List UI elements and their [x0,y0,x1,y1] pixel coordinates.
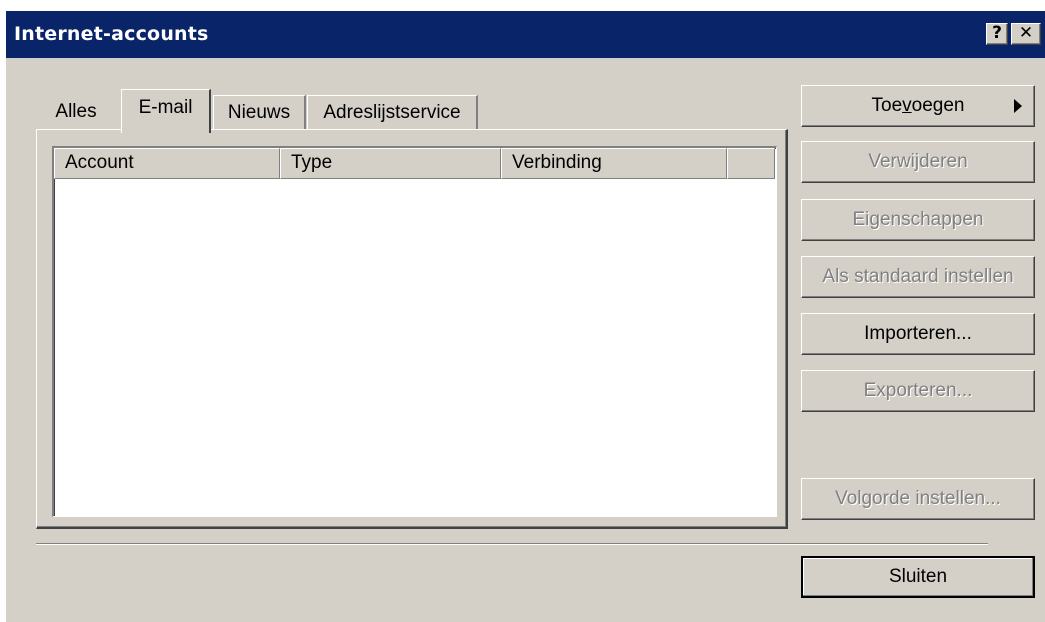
column-header-type[interactable]: Type [280,148,501,179]
title-bar[interactable]: Internet-accounts ? ✕ [6,11,1045,58]
tab-adreslijstservice-label: Adreslijstservice [323,102,461,123]
column-header-account[interactable]: Account [54,148,280,179]
tab-adreslijstservice[interactable]: Adreslijstservice [307,95,478,131]
close-button[interactable]: Sluiten [801,556,1035,598]
tab-alles[interactable]: Alles [36,95,116,131]
add-button[interactable]: Toevoegen [801,85,1035,127]
accounts-list[interactable]: Account Type Verbinding [52,146,777,517]
properties-button[interactable]: Eigenschappen [801,199,1035,241]
window-title: Internet-accounts [14,23,209,45]
set-order-button[interactable]: Volgorde instellen... [801,478,1035,520]
add-label-suffix: oegen [911,95,965,116]
tab-alles-label: Alles [55,101,97,122]
add-label-prefix: Toe [871,95,903,116]
import-button[interactable]: Importeren... [801,313,1035,355]
close-window-button[interactable]: ✕ [1011,23,1041,45]
remove-button[interactable]: Verwijderen [801,141,1035,183]
tab-email-label: E-mail [138,97,193,118]
tab-nieuws[interactable]: Nieuws [213,95,306,131]
tab-email[interactable]: E-mail [121,89,211,133]
column-header-filler [727,148,775,179]
internet-accounts-dialog: Internet-accounts ? ✕ Alles E-mail Nieuw… [5,10,1045,622]
column-header-verbinding[interactable]: Verbinding [501,148,727,179]
separator-line [36,543,988,545]
email-tab-panel: Account Type Verbinding [36,129,788,529]
submenu-arrow-icon [1014,99,1022,113]
close-icon: ✕ [1018,23,1034,43]
export-button[interactable]: Exporteren... [801,370,1035,412]
add-label-mnemonic: v [902,95,912,116]
set-default-button[interactable]: Als standaard instellen [801,256,1035,298]
help-button[interactable]: ? [986,23,1008,45]
tab-nieuws-label: Nieuws [227,102,291,123]
